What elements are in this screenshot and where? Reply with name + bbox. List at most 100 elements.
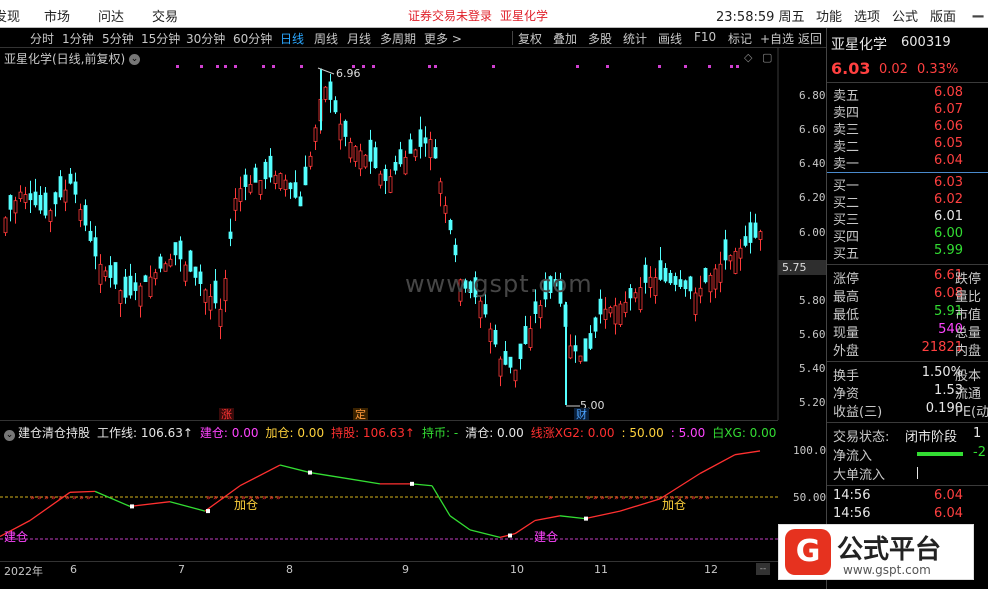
candle-body (268, 155, 273, 178)
candle-body (363, 154, 368, 168)
btn-fuquan[interactable]: 复权 (518, 30, 542, 47)
candle-body (103, 270, 108, 277)
candle-body (248, 184, 253, 193)
tag-jiacang-1: 加仓 (234, 498, 259, 512)
ask-row-1[interactable]: 卖一 6.04 (833, 153, 988, 172)
y-tick: 5.20 (799, 396, 826, 409)
candle-body (208, 296, 213, 311)
signal-dot (658, 65, 661, 68)
minimize-icon[interactable]: ▁ (968, 2, 988, 22)
candle-body (263, 161, 268, 180)
quote-panel: 亚星化学 600319 6.03 0.02 0.33% 卖五 6.08 卖四 6.0… (826, 28, 988, 589)
y-tick: 6.20 (799, 191, 826, 204)
candle-body (658, 260, 663, 280)
signal-chevron: » (206, 493, 211, 502)
btn-f10[interactable]: F10 (694, 30, 716, 44)
work-line-segment (534, 515, 561, 522)
candle-body (153, 272, 158, 280)
period-30min[interactable]: 30分钟 (186, 30, 225, 47)
btn-draw[interactable]: 画线 (658, 30, 682, 47)
period-daily[interactable]: 日线 (280, 30, 304, 47)
ask-row-2[interactable]: 卖二 6.05 (833, 136, 988, 155)
period-multi[interactable]: 多周期 (380, 30, 416, 47)
ask-row-4[interactable]: 卖四 6.07 (833, 102, 988, 121)
x-label: 7 (178, 563, 185, 576)
x-label: 12 (704, 563, 718, 576)
signal-chevron: » (548, 493, 553, 502)
trade-status-row: 交易状态: 闭市阶段 1 (833, 426, 988, 445)
menu-options[interactable]: 选项 (854, 6, 880, 25)
bid-row-1[interactable]: 买一 6.03 (833, 175, 988, 194)
btn-back[interactable]: 返回 (798, 30, 822, 47)
signal-chevron: » (600, 493, 605, 502)
candle-body (443, 205, 448, 214)
btn-add-watchlist[interactable]: +自选 (760, 30, 794, 47)
close-panel-icon[interactable]: ▢ (762, 51, 772, 64)
x-scroll-button[interactable]: -- (756, 563, 770, 575)
period-60min[interactable]: 60分钟 (233, 30, 272, 47)
period-weekly[interactable]: 周线 (314, 30, 338, 47)
signal-chevron: » (698, 493, 703, 502)
candle-body (178, 240, 183, 260)
period-5min[interactable]: 5分钟 (102, 30, 134, 47)
logo-title: 公式平台 (837, 535, 942, 565)
period-monthly[interactable]: 月线 (347, 30, 371, 47)
candle-body (383, 168, 388, 181)
chart-settings-icon[interactable]: ⌄ (129, 54, 141, 65)
kline-chart[interactable] (0, 48, 826, 420)
bid-row-4[interactable]: 买四 6.00 (833, 226, 988, 245)
candle-body (98, 263, 103, 285)
candlesticks (3, 68, 763, 405)
x-label: 11 (594, 563, 608, 576)
bid-row-3[interactable]: 买三 6.01 (833, 209, 988, 228)
stat-label: 涨停 (833, 272, 860, 287)
candle-body (523, 326, 528, 345)
stat-row: 外盘 21821 内盘 (833, 340, 988, 359)
work-line-node (206, 509, 210, 514)
candle-body (633, 292, 638, 299)
period-fenshi[interactable]: 分时 (30, 30, 54, 47)
y-tick: 5.40 (799, 362, 826, 375)
net-inflow-row: 净流入 -2 (833, 445, 988, 464)
btn-multi-stock[interactable]: 多股 (588, 30, 612, 47)
btn-stats[interactable]: 统计 (623, 30, 647, 47)
diamond-icon[interactable]: ◇ (744, 51, 752, 64)
signal-chevron: » (691, 493, 696, 502)
bid-row-2[interactable]: 买二 6.02 (833, 192, 988, 211)
work-line-segment (309, 471, 346, 479)
candle-body (743, 236, 748, 246)
signal-dot (234, 65, 237, 68)
period-15min[interactable]: 15分钟 (141, 30, 180, 47)
candle-body (33, 191, 38, 206)
ask-price: 6.08 (934, 85, 963, 100)
menu-formula[interactable]: 公式 (892, 6, 918, 25)
candle-body (713, 268, 718, 290)
bid-row-5[interactable]: 买五 5.99 (833, 243, 988, 262)
period-1min[interactable]: 1分钟 (62, 30, 94, 47)
ask-row-5[interactable]: 卖五 6.08 (833, 85, 988, 104)
menu-wenda[interactable]: 问达 (98, 6, 124, 25)
login-warning[interactable]: 证券交易未登录 (408, 7, 492, 24)
candle-body (38, 194, 43, 211)
candle-body (413, 149, 418, 158)
menu-discover[interactable]: 发现 (0, 6, 20, 25)
candle-body (648, 276, 653, 288)
period-more[interactable]: 更多 > (424, 30, 462, 47)
menu-layout[interactable]: 版面 (930, 6, 956, 25)
candle-body (343, 120, 348, 137)
tag-jiancang-1: 建仓 (4, 530, 29, 544)
quote-price: 6.03 (831, 59, 871, 78)
ask-row-3[interactable]: 卖三 6.06 (833, 119, 988, 138)
candle-body (428, 139, 433, 159)
btn-mark[interactable]: 标记 (728, 30, 752, 47)
net-inflow-label: 净流入 (833, 449, 873, 464)
menu-trade[interactable]: 交易 (152, 6, 178, 25)
candle-body (18, 191, 23, 199)
candle-body (168, 258, 173, 267)
menu-market[interactable]: 市场 (44, 6, 70, 25)
signal-chevron: » (642, 493, 647, 502)
ask-price: 6.05 (934, 136, 963, 151)
btn-overlay[interactable]: 叠加 (553, 30, 577, 47)
menu-function[interactable]: 功能 (816, 6, 842, 25)
candle-body (608, 307, 613, 314)
